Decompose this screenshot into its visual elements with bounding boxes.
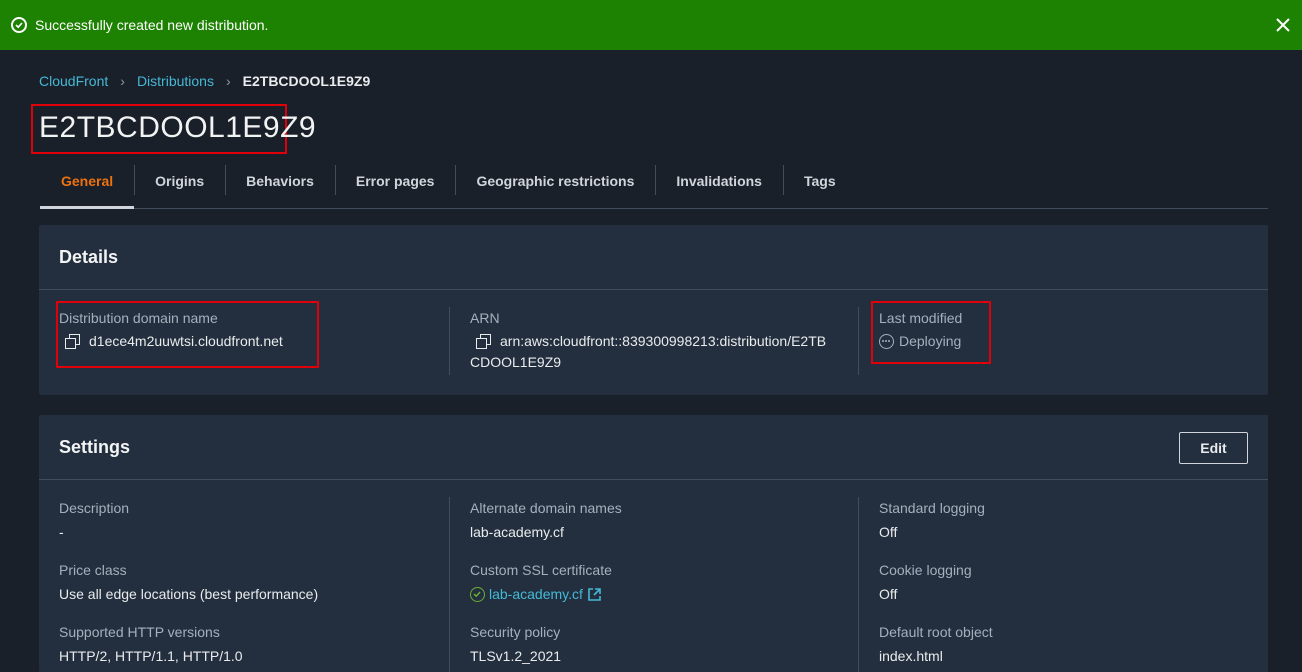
settings-panel: Settings Edit Description - Price class …: [39, 415, 1268, 672]
arn-value-line1: arn:aws:cloudfront::839300998213:distrib…: [500, 333, 827, 349]
close-icon[interactable]: [1274, 16, 1292, 34]
alt-domain-value: lab-academy.cf: [470, 524, 564, 540]
security-policy-label: Security policy: [470, 624, 561, 640]
chevron-right-icon: ›: [120, 73, 125, 89]
details-heading: Details: [59, 247, 119, 267]
tab-behaviors[interactable]: Behaviors: [225, 163, 335, 199]
arn-label: ARN: [470, 310, 500, 326]
settings-header: Settings Edit: [39, 415, 1268, 480]
cookie-logging-value: Off: [879, 586, 898, 602]
description-label: Description: [59, 500, 130, 516]
http-versions-label: Supported HTTP versions: [59, 624, 220, 640]
tab-origins[interactable]: Origins: [134, 163, 225, 199]
tab-error-pages[interactable]: Error pages: [334, 163, 456, 199]
standard-logging-label: Standard logging: [879, 500, 985, 516]
check-circle-icon: [470, 586, 485, 602]
breadcrumb-distributions[interactable]: Distributions: [137, 73, 214, 89]
arn-field: ARN arn:aws:cloudfront::839300998213:dis…: [470, 310, 826, 370]
breadcrumb-cloudfront[interactable]: CloudFront: [39, 73, 108, 89]
tab-general[interactable]: General: [40, 163, 135, 209]
tab-bar: General Origins Behaviors Error pages Ge…: [40, 163, 1268, 209]
settings-col-3: Standard logging Off Cookie logging Off …: [879, 500, 993, 664]
tab-tags[interactable]: Tags: [782, 163, 857, 199]
modified-highlight-box: [871, 301, 991, 364]
settings-col-2: Alternate domain names lab-academy.cf Cu…: [470, 500, 622, 664]
domain-highlight-box: [56, 301, 319, 368]
copy-icon[interactable]: [476, 334, 491, 349]
tab-invalidations[interactable]: Invalidations: [655, 163, 783, 199]
edit-button[interactable]: Edit: [1179, 432, 1248, 464]
chevron-right-icon: ›: [225, 73, 231, 89]
ssl-cert-label: Custom SSL certificate: [470, 562, 612, 578]
cookie-logging-label: Cookie logging: [879, 562, 972, 578]
check-circle-icon: [11, 17, 27, 33]
ssl-cert-link[interactable]: lab-academy.cf: [489, 586, 583, 602]
description-value: -: [59, 524, 64, 540]
success-flash-bar: Successfully created new distribution.: [0, 0, 1302, 50]
details-header: Details: [39, 225, 1268, 290]
divider: [449, 307, 450, 375]
standard-logging-value: Off: [879, 524, 898, 540]
alt-domain-label: Alternate domain names: [470, 500, 622, 516]
security-policy-value: TLSv1.2_2021: [470, 648, 562, 664]
page-title: E2TBCDOOL1E9Z9: [39, 111, 317, 144]
root-object-label: Default root object: [879, 624, 993, 640]
flash-message: Successfully created new distribution.: [35, 17, 269, 33]
price-class-label: Price class: [59, 562, 127, 578]
breadcrumb-current: E2TBCDOOL1E9Z9: [242, 73, 371, 89]
breadcrumb: CloudFront › Distributions › E2TBCDOOL1E…: [39, 73, 370, 89]
divider: [858, 497, 859, 672]
arn-value-line2: CDOOL1E9Z9: [470, 354, 562, 370]
settings-col-1: Description - Price class Use all edge l…: [59, 500, 318, 664]
divider: [449, 497, 450, 672]
root-object-value: index.html: [879, 648, 943, 664]
external-link-icon[interactable]: [588, 587, 601, 601]
price-class-value: Use all edge locations (best performance…: [59, 586, 319, 602]
divider: [858, 307, 859, 375]
tab-geographic-restrictions[interactable]: Geographic restrictions: [455, 163, 655, 199]
http-versions-value: HTTP/2, HTTP/1.1, HTTP/1.0: [59, 648, 243, 664]
settings-heading: Settings: [59, 437, 131, 457]
